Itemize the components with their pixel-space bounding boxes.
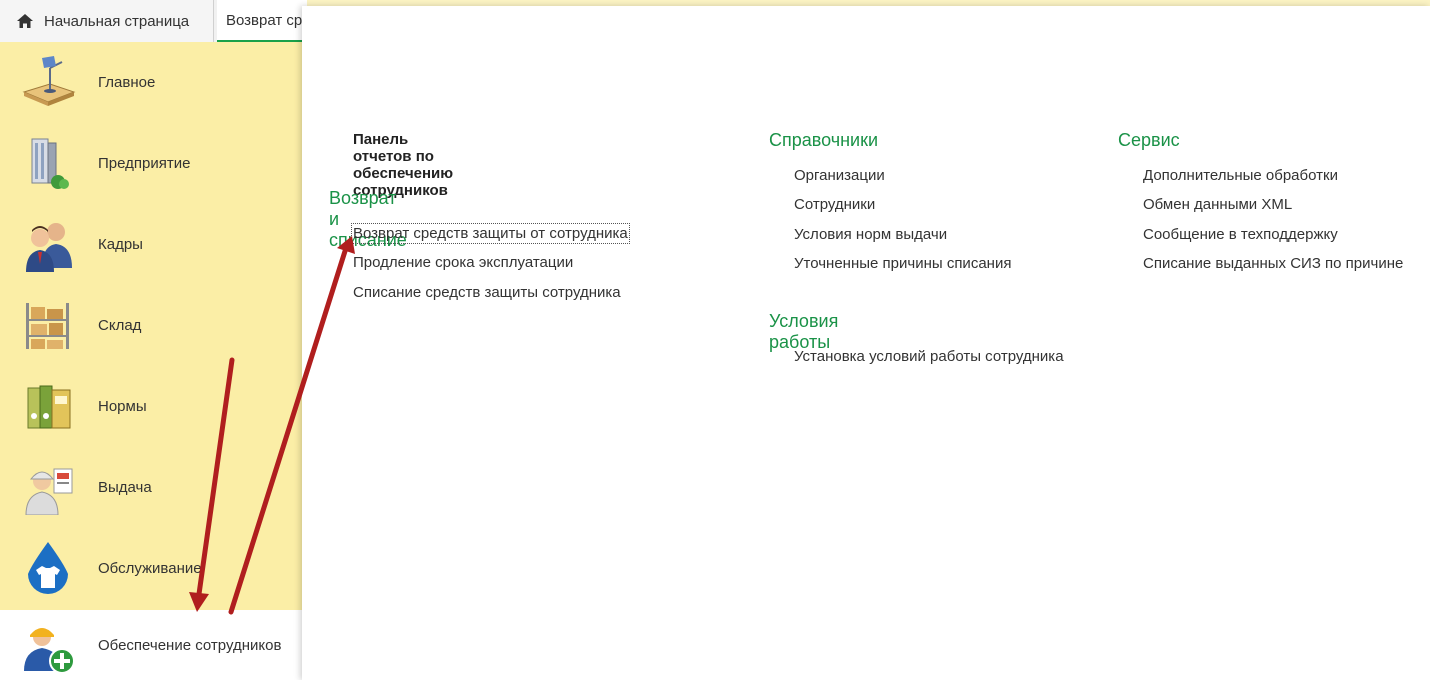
desk-lamp-icon [22, 56, 76, 106]
warehouse-shelf-icon [26, 303, 69, 349]
link-employees[interactable]: Сотрудники [794, 196, 875, 213]
link-extend-service-life[interactable]: Продление срока эксплуатации [353, 254, 573, 271]
people-icon [26, 223, 72, 272]
sidebar-item-issue[interactable]: Выдача [0, 447, 302, 527]
tab-home-label: Начальная страница [44, 12, 190, 30]
link-organizations[interactable]: Организации [794, 167, 885, 184]
link-write-off-issued-ppe[interactable]: Списание выданных СИЗ по причине [1143, 255, 1403, 272]
sidebar-item-label: Главное [98, 73, 156, 91]
worker-icon [25, 468, 73, 515]
link-set-work-conditions[interactable]: Установка условий работы сотрудника [794, 348, 1064, 365]
sidebar-item-label: Склад [98, 316, 142, 334]
section-title-directories: Справочники [769, 130, 879, 150]
sidebar-item-norms[interactable]: Нормы [0, 366, 302, 446]
sidebar-item-label: Обеспечение сотрудников [98, 636, 282, 654]
sidebar-item-main[interactable]: Главное [0, 42, 302, 122]
home-icon [17, 14, 33, 28]
link-additional-processing[interactable]: Дополнительные обработки [1143, 167, 1338, 184]
section-panel: Панель отчетов по обеспечению сотруднико… [302, 6, 1430, 680]
section-title-work-conditions: Условия работы [769, 311, 839, 352]
link-write-off-protective-equipment[interactable]: Списание средств защиты сотрудника [353, 284, 621, 301]
water-drop-shirt-icon [28, 542, 68, 594]
link-write-off-reasons[interactable]: Уточненные причины списания [794, 255, 1011, 272]
sidebar-item-warehouse[interactable]: Склад [0, 285, 302, 365]
sidebar-item-label: Кадры [98, 235, 143, 253]
sidebar: Главное Предприятие Кадры Склад Нормы Вы… [0, 42, 302, 680]
sidebar-item-hr[interactable]: Кадры [0, 204, 302, 284]
link-return-protective-equipment[interactable]: Возврат средств защиты от сотрудника [351, 223, 630, 244]
link-issue-norm-conditions[interactable]: Условия норм выдачи [794, 226, 947, 243]
tab-home[interactable]: Начальная страница [0, 0, 214, 42]
link-support-message[interactable]: Сообщение в техподдержку [1143, 226, 1338, 243]
sidebar-item-label: Обслуживание [98, 559, 202, 577]
building-icon [31, 138, 69, 189]
sidebar-item-label: Нормы [98, 397, 147, 415]
section-title-service: Сервис [1118, 130, 1180, 150]
binders-icon [27, 385, 71, 429]
sidebar-item-supply[interactable]: Обеспечение сотрудников [0, 610, 302, 680]
sidebar-item-label: Предприятие [98, 154, 191, 172]
worker-add-icon [24, 628, 75, 673]
sidebar-item-service[interactable]: Обслуживание [0, 528, 302, 608]
sidebar-item-label: Выдача [98, 478, 152, 496]
link-xml-data-exchange[interactable]: Обмен данными XML [1143, 196, 1292, 213]
tab-return[interactable]: Возврат ср [217, 0, 307, 42]
sidebar-item-enterprise[interactable]: Предприятие [0, 123, 302, 203]
